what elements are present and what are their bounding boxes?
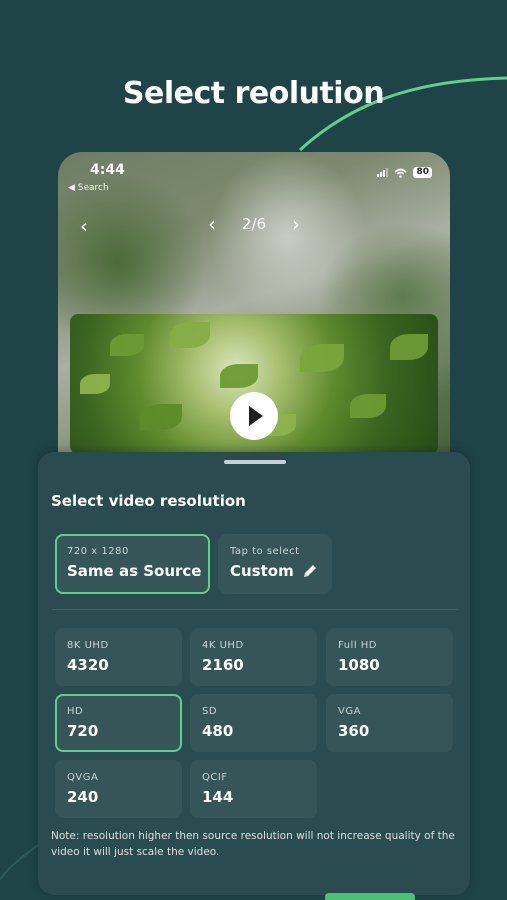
back-chevron-icon[interactable]: ‹ xyxy=(80,214,88,238)
resolution-value: 240 xyxy=(67,788,99,806)
status-back-link[interactable]: ◀ Search xyxy=(68,183,109,193)
page-headline: Select reolution xyxy=(122,76,385,111)
sheet-title: Select video resolution xyxy=(51,492,246,510)
status-icons: 80 xyxy=(377,167,432,178)
resolution-option-sd[interactable]: SD 480 xyxy=(190,694,317,752)
resolution-name: QCIF xyxy=(202,772,228,783)
sheet-handle[interactable] xyxy=(224,460,286,464)
resolution-option-fullhd[interactable]: Full HD 1080 xyxy=(326,628,453,686)
custom-option[interactable]: Tap to select Custom xyxy=(218,534,332,594)
resolution-value: 1080 xyxy=(338,656,380,674)
resolution-value: 720 xyxy=(67,722,99,740)
pager: ‹ 2/6 › xyxy=(208,212,300,236)
resolution-value: 360 xyxy=(338,722,370,740)
resolution-name: 8K UHD xyxy=(67,640,109,651)
resolution-option-qvga[interactable]: QVGA 240 xyxy=(55,760,182,818)
resolution-option-vga[interactable]: VGA 360 xyxy=(326,694,453,752)
custom-label: Custom xyxy=(230,562,294,580)
signal-icon xyxy=(377,168,389,177)
resolution-value: 480 xyxy=(202,722,234,740)
pager-label: 2/6 xyxy=(241,215,267,233)
divider xyxy=(52,609,458,610)
resolution-name: Full HD xyxy=(338,640,377,651)
source-resolution-label: 720 x 1280 xyxy=(67,546,129,557)
resolution-option-8k[interactable]: 8K UHD 4320 xyxy=(55,628,182,686)
resolution-sheet: Select video resolution 720 x 1280 Same … xyxy=(38,452,470,895)
play-button[interactable] xyxy=(230,392,278,440)
resolution-option-4k[interactable]: 4K UHD 2160 xyxy=(190,628,317,686)
pencil-icon xyxy=(303,565,316,577)
video-thumbnail[interactable] xyxy=(70,314,438,454)
resolution-name: QVGA xyxy=(67,772,99,783)
resolution-note: Note: resolution higher then source reso… xyxy=(51,830,455,858)
custom-hint-label: Tap to select xyxy=(230,546,300,557)
resolution-name: SD xyxy=(202,706,218,717)
resolution-option-qcif[interactable]: QCIF 144 xyxy=(190,760,317,818)
same-as-source-label: Same as Source xyxy=(67,562,202,580)
resolution-value: 2160 xyxy=(202,656,244,674)
resolution-name: 4K UHD xyxy=(202,640,244,651)
prev-chevron-icon[interactable]: ‹ xyxy=(208,212,216,236)
same-as-source-option[interactable]: 720 x 1280 Same as Source xyxy=(55,534,210,594)
battery-icon: 80 xyxy=(413,167,432,178)
resolution-name: VGA xyxy=(338,706,361,717)
bottom-action-bar[interactable] xyxy=(325,893,415,900)
resolution-value: 144 xyxy=(202,788,234,806)
next-chevron-icon[interactable]: › xyxy=(292,212,300,236)
resolution-option-hd[interactable]: HD 720 xyxy=(55,694,182,752)
resolution-name: HD xyxy=(67,706,84,717)
resolution-value: 4320 xyxy=(67,656,109,674)
status-time: 4:44 xyxy=(90,162,125,178)
wifi-icon xyxy=(394,168,408,178)
